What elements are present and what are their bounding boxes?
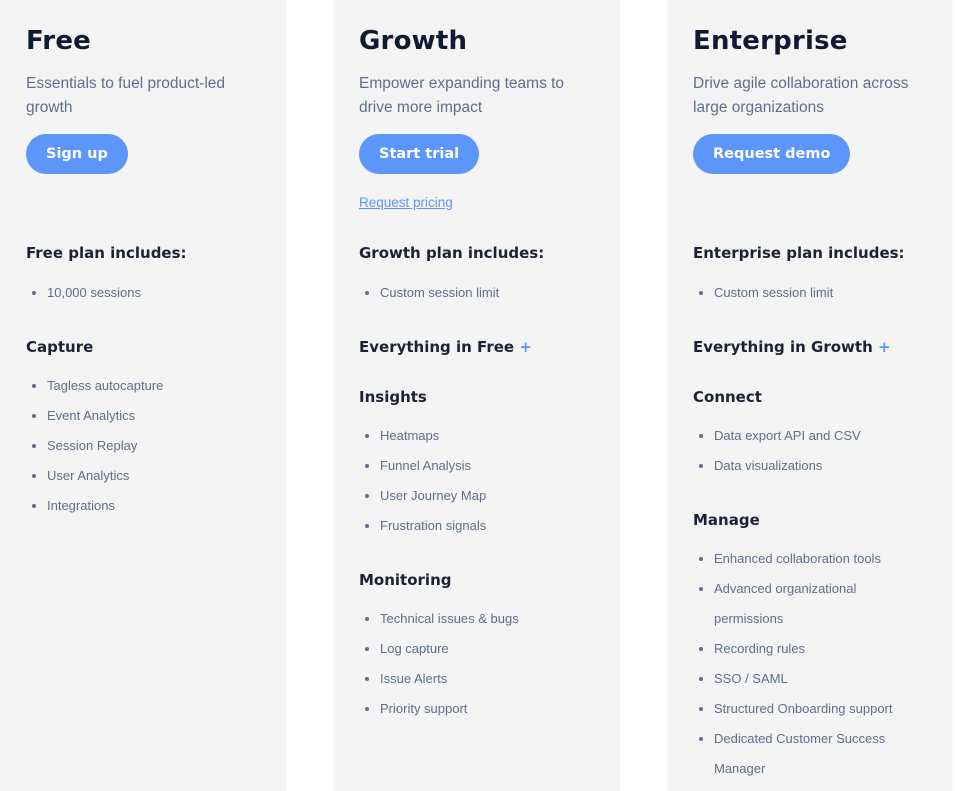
list-item: Enhanced collaboration tools	[693, 544, 893, 574]
plan-description: Empower expanding teams to drive more im…	[359, 75, 565, 116]
list-item: Funnel Analysis	[359, 451, 589, 481]
plan-includes-list: Custom session limit	[693, 278, 923, 308]
list-item: Tagless autocapture	[26, 371, 256, 401]
feature-list-manage: Enhanced collaboration tools Advanced or…	[693, 544, 893, 784]
request-pricing-link[interactable]: Request pricing	[359, 195, 453, 210]
plan-description: Drive agile collaboration across large o…	[693, 75, 909, 116]
list-item: Custom session limit	[359, 278, 589, 308]
plan-includes-title: Enterprise plan includes:	[693, 244, 905, 262]
list-item: Dedicated Customer Success Manager	[693, 724, 893, 784]
plan-includes-title: Growth plan includes:	[359, 244, 545, 262]
section-title-insights: Insights	[359, 388, 427, 406]
plus-icon: +	[878, 338, 891, 356]
feature-list-connect: Data export API and CSV Data visualizati…	[693, 421, 923, 481]
list-item: Session Replay	[26, 431, 256, 461]
plan-card-enterprise: Enterprise Drive agile collaboration acr…	[667, 0, 953, 791]
request-demo-button[interactable]: Request demo	[693, 134, 851, 174]
everything-in-label: Everything in Growth	[693, 338, 873, 356]
plan-card-free: Free Essentials to fuel product-led grow…	[0, 0, 286, 791]
everything-in-title: Everything in Free +	[359, 338, 532, 356]
feature-list-insights: Heatmaps Funnel Analysis User Journey Ma…	[359, 421, 589, 541]
section-title-manage: Manage	[693, 511, 760, 529]
plan-includes-list: 10,000 sessions	[26, 278, 256, 308]
plan-includes-title: Free plan includes:	[26, 244, 187, 262]
list-item: Integrations	[26, 491, 256, 521]
section-title-connect: Connect	[693, 388, 762, 406]
section-title-monitoring: Monitoring	[359, 571, 452, 589]
start-trial-button[interactable]: Start trial	[359, 134, 480, 174]
sign-up-button[interactable]: Sign up	[26, 134, 128, 174]
list-item: User Analytics	[26, 461, 256, 491]
plan-card-growth: Growth Empower expanding teams to drive …	[333, 0, 620, 791]
list-item: 10,000 sessions	[26, 278, 256, 308]
list-item: Data export API and CSV	[693, 421, 923, 451]
list-item: Data visualizations	[693, 451, 923, 481]
section-title-capture: Capture	[26, 338, 94, 356]
everything-in-title: Everything in Growth +	[693, 338, 891, 356]
everything-in-label: Everything in Free	[359, 338, 515, 356]
feature-list-capture: Tagless autocapture Event Analytics Sess…	[26, 371, 256, 521]
list-item: Priority support	[359, 694, 589, 724]
plus-icon: +	[519, 338, 532, 356]
plan-description: Essentials to fuel product-led growth	[26, 75, 226, 116]
list-item: Technical issues & bugs	[359, 604, 589, 634]
plan-title: Growth	[359, 26, 468, 56]
list-item: Structured Onboarding support	[693, 694, 893, 724]
plan-title: Free	[26, 26, 91, 56]
list-item: Recording rules	[693, 634, 893, 664]
plan-includes-list: Custom session limit	[359, 278, 589, 308]
list-item: Log capture	[359, 634, 589, 664]
list-item: Frustration signals	[359, 511, 589, 541]
list-item: Custom session limit	[693, 278, 923, 308]
list-item: Heatmaps	[359, 421, 589, 451]
list-item: Advanced organizational permissions	[693, 574, 893, 634]
plan-title: Enterprise	[693, 26, 848, 56]
list-item: Event Analytics	[26, 401, 256, 431]
list-item: User Journey Map	[359, 481, 589, 511]
list-item: Issue Alerts	[359, 664, 589, 694]
feature-list-monitoring: Technical issues & bugs Log capture Issu…	[359, 604, 589, 724]
list-item: SSO / SAML	[693, 664, 893, 694]
